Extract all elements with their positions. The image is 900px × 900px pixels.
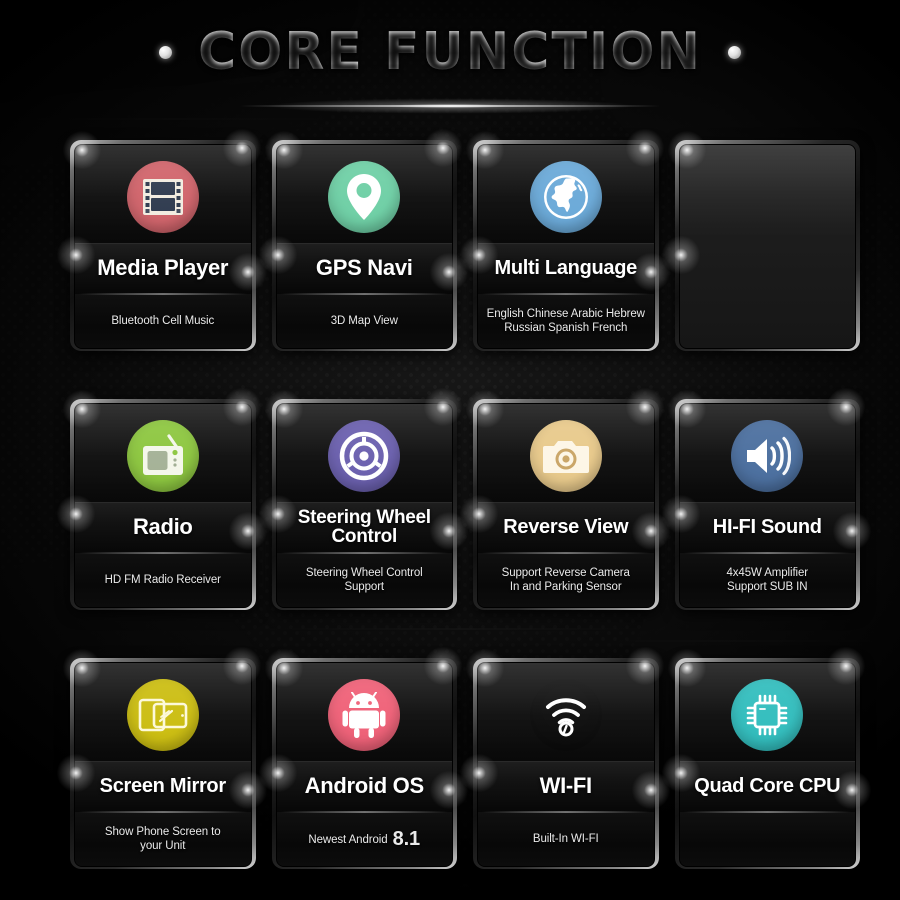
feature-card-body: Steering Wheel Control Steering Wheel Co…: [275, 403, 453, 608]
page-title: CORE FUNCTION: [197, 22, 702, 82]
card-title: Multi Language: [494, 256, 638, 279]
page-header: CORE FUNCTION: [0, 22, 900, 116]
wifi-icon: [530, 679, 602, 751]
card-icon-area: [680, 663, 856, 761]
feature-card-grid: Media Player Bluetooth Cell Music GPS Na…: [54, 126, 874, 869]
globe-icon: [529, 161, 602, 233]
feature-card-body: Quad Core CPU: [678, 662, 856, 867]
card-subtitle-band: English Chinese Arabic Hebrew Russian Sp…: [478, 294, 654, 348]
card-subtitle-band: Newest Android 8.1: [276, 812, 452, 866]
card-subtitle: Bluetooth Cell Music: [111, 314, 215, 327]
card-title-band: Multi Language: [478, 243, 654, 294]
card-subtitle: Support Reverse Camera In and Parking Se…: [501, 566, 630, 593]
card-subtitle: Newest Android 8.1: [308, 827, 421, 850]
map-pin-icon: [328, 161, 401, 233]
card-title-band: HI-FI Sound: [679, 502, 855, 553]
card-icon-area: [75, 145, 251, 243]
bullet-dot-left-icon: [158, 45, 172, 59]
card-title-band: Screen Mirror: [75, 761, 251, 812]
card-icon-area: [75, 663, 251, 761]
feature-card-radio[interactable]: Radio HD FM Radio Receiver: [54, 385, 270, 610]
card-title: Steering Wheel Control: [297, 506, 431, 547]
card-title-band: Media Player: [75, 243, 251, 294]
feature-card-steering-wheel-control[interactable]: Steering Wheel Control Steering Wheel Co…: [255, 385, 471, 610]
feature-card-body: HI-FI Sound 4x45W Amplifier Support SUB …: [678, 403, 856, 608]
steering-wheel-icon: [328, 420, 401, 492]
card-subtitle-band: HD FM Radio Receiver: [75, 553, 251, 607]
card-title: Reverse View: [503, 515, 629, 538]
card-subtitle-band: Support Reverse Camera In and Parking Se…: [478, 553, 654, 607]
card-icon-area: [478, 404, 654, 502]
feature-card-blank-card[interactable]: [658, 128, 860, 351]
card-title: Quad Core CPU: [694, 774, 841, 797]
feature-card-body: Radio HD FM Radio Receiver: [74, 403, 252, 608]
feature-card-quad-core-cpu[interactable]: Quad Core CPU: [658, 644, 874, 869]
card-subtitle: 3D Map View: [330, 314, 398, 327]
speaker-icon: [731, 420, 804, 492]
card-subtitle-band: Show Phone Screen to your Unit: [75, 812, 251, 866]
card-title: Media Player: [97, 254, 229, 280]
card-subtitle-band: Bluetooth Cell Music: [75, 294, 251, 348]
card-title-band: Radio: [75, 502, 251, 553]
card-subtitle: Show Phone Screen to your Unit: [104, 825, 221, 852]
feature-card-wi-fi[interactable]: WI-FI Built-In WI-FI: [457, 644, 673, 869]
card-icon-area: [75, 404, 251, 502]
card-subtitle-band: 4x45W Amplifier Support SUB IN: [679, 553, 855, 607]
feature-card-body: Screen Mirror Show Phone Screen to your …: [74, 662, 252, 867]
card-subtitle: English Chinese Arabic Hebrew Russian Sp…: [486, 307, 645, 334]
card-subtitle-band: 3D Map View: [276, 294, 452, 348]
android-robot-icon: [328, 679, 401, 751]
card-subtitle-band: Built-In WI-FI: [478, 812, 654, 866]
card-icon-area: [277, 404, 453, 502]
feature-card-reverse-view[interactable]: Reverse View Support Reverse Camera In a…: [457, 385, 673, 610]
card-title-band: Steering Wheel Control: [276, 502, 452, 553]
card-icon-area: [478, 663, 654, 761]
feature-card-body: Media Player Bluetooth Cell Music: [74, 144, 252, 349]
card-title-band: WI-FI: [478, 761, 654, 812]
feature-card-media-player[interactable]: Media Player Bluetooth Cell Music: [54, 126, 270, 351]
screen-mirror-icon: [126, 679, 199, 751]
card-subtitle: 4x45W Amplifier Support SUB IN: [726, 566, 809, 593]
feature-card-body: [678, 144, 856, 349]
feature-card-screen-mirror[interactable]: Screen Mirror Show Phone Screen to your …: [54, 644, 270, 869]
card-subtitle: Built-In WI-FI: [532, 832, 599, 845]
card-icon-area: [277, 663, 453, 761]
card-subtitle-badge: 8.1: [392, 827, 421, 850]
card-title: WI-FI: [539, 772, 593, 798]
feature-card-android-os[interactable]: Android OS Newest Android 8.1: [255, 644, 471, 869]
card-title-band: Quad Core CPU: [679, 761, 855, 812]
card-title-band: Reverse View: [478, 502, 654, 553]
card-subtitle-band: Steering Wheel Control Support: [276, 553, 452, 607]
card-title: Radio: [132, 513, 193, 539]
card-subtitle: Steering Wheel Control Support: [305, 566, 423, 593]
feature-card-body: Reverse View Support Reverse Camera In a…: [477, 403, 655, 608]
feature-card-multi-language[interactable]: Multi Language English Chinese Arabic He…: [457, 126, 673, 351]
card-icon-area: [478, 145, 654, 243]
card-title-band: GPS Navi: [276, 243, 452, 294]
bullet-dot-right-icon: [728, 45, 741, 59]
card-icon-area: [277, 145, 453, 243]
header-glint-line: [240, 105, 660, 107]
card-gloss: [679, 145, 855, 239]
radio-icon: [126, 420, 199, 492]
feature-card-body: Android OS Newest Android 8.1: [275, 662, 453, 867]
feature-card-gps-navi[interactable]: GPS Navi 3D Map View: [255, 126, 471, 351]
card-subtitle-band: [679, 812, 855, 866]
card-title: Android OS: [304, 772, 425, 798]
card-subtitle: HD FM Radio Receiver: [104, 573, 221, 586]
card-title: GPS Navi: [315, 254, 413, 280]
card-title: Screen Mirror: [99, 774, 226, 797]
feature-card-body: WI-FI Built-In WI-FI: [477, 662, 655, 867]
feature-card-body: GPS Navi 3D Map View: [275, 144, 453, 349]
card-icon-area: [680, 404, 856, 502]
camera-icon: [529, 420, 602, 492]
feature-card-body: Multi Language English Chinese Arabic He…: [477, 144, 655, 349]
card-title: HI-FI Sound: [712, 515, 822, 538]
film-strip-icon: [126, 161, 199, 233]
cpu-chip-icon: [731, 679, 804, 751]
feature-card-hi-fi-sound[interactable]: HI-FI Sound 4x45W Amplifier Support SUB …: [658, 385, 874, 610]
card-title-band: Android OS: [276, 761, 452, 812]
